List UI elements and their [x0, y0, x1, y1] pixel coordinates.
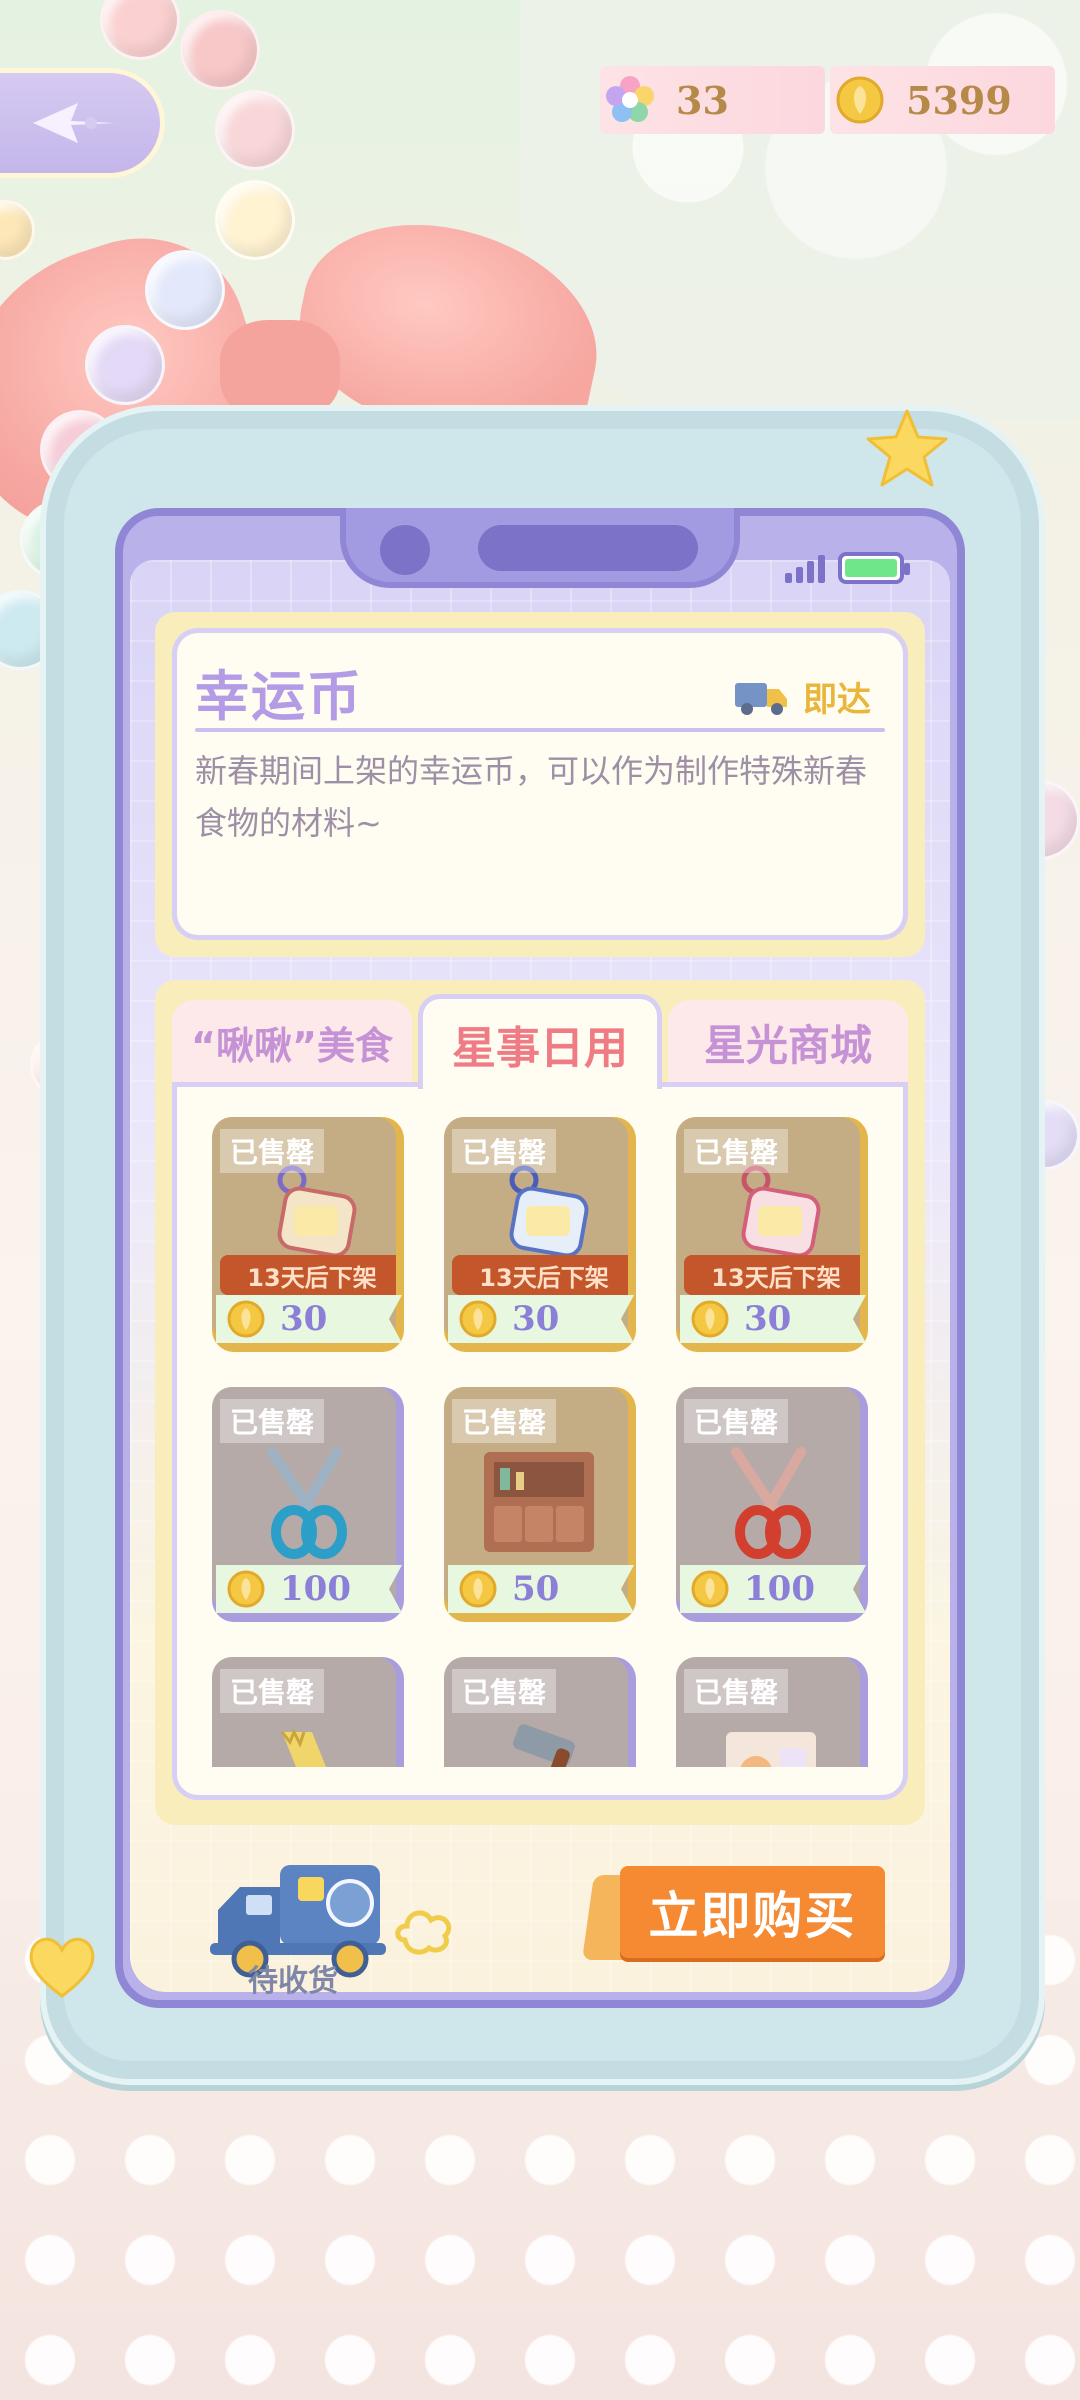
price-value: 30	[512, 1299, 560, 1339]
timer-label: 13天后下架	[684, 1255, 860, 1295]
bead-decoration	[85, 325, 165, 405]
product-card[interactable]: 已售罄 50	[444, 1387, 636, 1622]
smoke-puff-icon	[395, 1910, 452, 1955]
coin-icon	[691, 1570, 729, 1608]
sold-out-label: 已售罄	[220, 1669, 325, 1713]
signal-icon	[785, 553, 825, 583]
product-card[interactable]: 已售罄	[676, 1657, 868, 1767]
bead-decoration	[145, 250, 225, 330]
pending-delivery-label[interactable]: 待收货	[248, 1956, 338, 2000]
price-tag: 30	[680, 1295, 866, 1343]
coin-count: 5399	[906, 77, 1012, 123]
product-card[interactable]: 已售罄 13天后下架 30	[676, 1117, 868, 1352]
product-card[interactable]: 已售罄	[444, 1657, 636, 1767]
product-card[interactable]: 已售罄 13天后下架 30	[212, 1117, 404, 1352]
item-title: 幸运币	[195, 664, 363, 728]
sold-out-label: 已售罄	[452, 1129, 557, 1173]
truck-icon	[735, 682, 787, 715]
sold-out-label: 已售罄	[220, 1399, 325, 1443]
price-tag: 30	[448, 1295, 634, 1343]
back-button[interactable]	[0, 68, 165, 178]
product-card[interactable]: 已售罄 100	[212, 1387, 404, 1622]
item-description: 新春期间上架的幸运币，可以作为制作特殊新春食物的材料~	[195, 752, 868, 842]
product-card[interactable]: 已售罄 100	[676, 1387, 868, 1622]
star-decoration	[866, 409, 948, 487]
buy-now-button[interactable]: 立即购买	[620, 1866, 885, 1958]
heart-decoration	[29, 1937, 95, 1998]
lace-decoration	[520, 0, 1080, 420]
back-arrow-icon	[32, 103, 115, 143]
sold-out-label: 已售罄	[684, 1129, 789, 1173]
cabinet-icon	[484, 1452, 594, 1552]
product-grid: 已售罄 13天后下架 30 已售罄 13天后下架 30 已售罄 13天后下架 3…	[172, 1082, 908, 1800]
gem-counter: 33	[600, 66, 825, 134]
sold-out-label: 已售罄	[684, 1399, 789, 1443]
coin-icon	[459, 1570, 497, 1608]
product-card[interactable]: 已售罄	[212, 1657, 404, 1767]
speaker	[478, 525, 698, 571]
blue-scissors-icon	[267, 1447, 347, 1559]
bead-decoration	[215, 90, 295, 170]
price-tag: 100	[680, 1565, 866, 1613]
tab-star-mall[interactable]: 星光商城	[668, 1000, 908, 1085]
product-grid-scroll[interactable]: 已售罄 13天后下架 30 已售罄 13天后下架 30 已售罄 13天后下架 3…	[177, 1087, 903, 1767]
price-value: 100	[280, 1569, 351, 1609]
camera	[380, 525, 430, 575]
sold-out-label: 已售罄	[220, 1129, 325, 1173]
coin-icon	[227, 1300, 265, 1338]
timer-label: 13天后下架	[452, 1255, 628, 1295]
price-value: 50	[512, 1569, 560, 1609]
sold-out-label: 已售罄	[452, 1669, 557, 1713]
coin-icon	[459, 1300, 497, 1338]
coin-counter: 5399	[830, 66, 1055, 134]
rainbow-gem-icon	[606, 76, 654, 122]
price-value: 100	[744, 1569, 815, 1609]
coin-icon	[836, 76, 884, 124]
timer-label: 13天后下架	[220, 1255, 396, 1295]
product-card[interactable]: 已售罄 13天后下架 30	[444, 1117, 636, 1352]
coin-icon	[691, 1300, 729, 1338]
bead-decoration	[0, 200, 35, 260]
price-value: 30	[280, 1299, 328, 1339]
tab-food[interactable]: “啾啾”美食	[172, 1000, 412, 1085]
price-tag: 100	[216, 1565, 402, 1613]
bead-decoration	[100, 0, 180, 60]
tab-daily-goods[interactable]: 星事日用	[418, 994, 662, 1089]
title-divider	[195, 728, 885, 732]
coin-icon	[227, 1570, 265, 1608]
gem-count: 33	[676, 77, 729, 123]
price-value: 30	[744, 1299, 792, 1339]
delivery-label: 即达	[803, 680, 871, 720]
delivery-badge: 即达	[733, 672, 871, 721]
sold-out-label: 已售罄	[684, 1669, 789, 1713]
price-tag: 30	[216, 1295, 402, 1343]
bead-decoration	[215, 180, 295, 260]
price-tag: 50	[448, 1565, 634, 1613]
bead-decoration	[180, 10, 260, 90]
battery-icon	[838, 552, 910, 584]
sold-out-label: 已售罄	[452, 1399, 557, 1443]
red-scissors-icon	[731, 1447, 811, 1559]
